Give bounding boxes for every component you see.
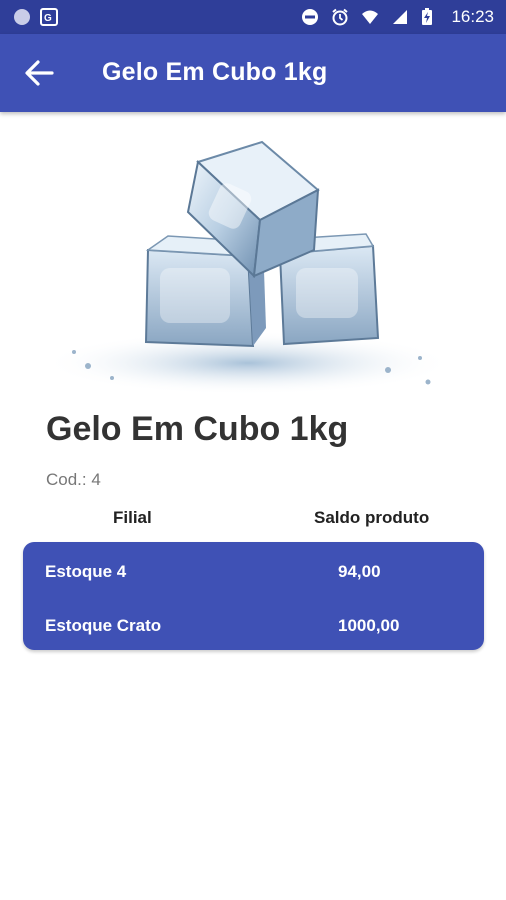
product-code-label: Cod.: [46,470,87,489]
row-saldo: 1000,00 [338,616,400,635]
wifi-icon [362,10,379,24]
row-saldo: 94,00 [338,562,381,581]
status-bar: G 16:23 [0,0,506,34]
status-bar-left: G [14,8,58,26]
translate-icon: G [40,8,58,26]
arrow-back-icon[interactable] [22,58,56,88]
column-header-filial: Filial [113,508,152,527]
battery-charging-icon [422,8,433,25]
table-row: Estoque 4 94,00 [23,562,484,592]
app-bar-title: Gelo Em Cubo 1kg [102,58,328,86]
row-filial: Estoque 4 [45,562,127,581]
product-name: Gelo Em Cubo 1kg [46,410,349,448]
column-header-saldo: Saldo produto [314,508,430,527]
status-bar-right: 16:23 [301,7,494,27]
product-image [48,140,452,395]
table-header: Filial Saldo produto [0,508,506,532]
table-row: Estoque Crato 1000,00 [23,616,484,646]
app-bar: Gelo Em Cubo 1kg [0,34,506,112]
row-filial: Estoque Crato [45,616,162,635]
stock-card: Estoque 4 94,00 Estoque Crato 1000,00 [23,542,484,650]
alarm-icon [332,8,349,26]
svg-text:G: G [44,13,52,24]
do-not-disturb-icon [302,9,319,25]
product-code: Cod.: 4 [46,470,101,490]
product-code-value: 4 [91,470,101,489]
notification-dot-icon [14,9,30,25]
signal-icon [393,10,408,24]
status-time: 16:23 [451,7,494,26]
